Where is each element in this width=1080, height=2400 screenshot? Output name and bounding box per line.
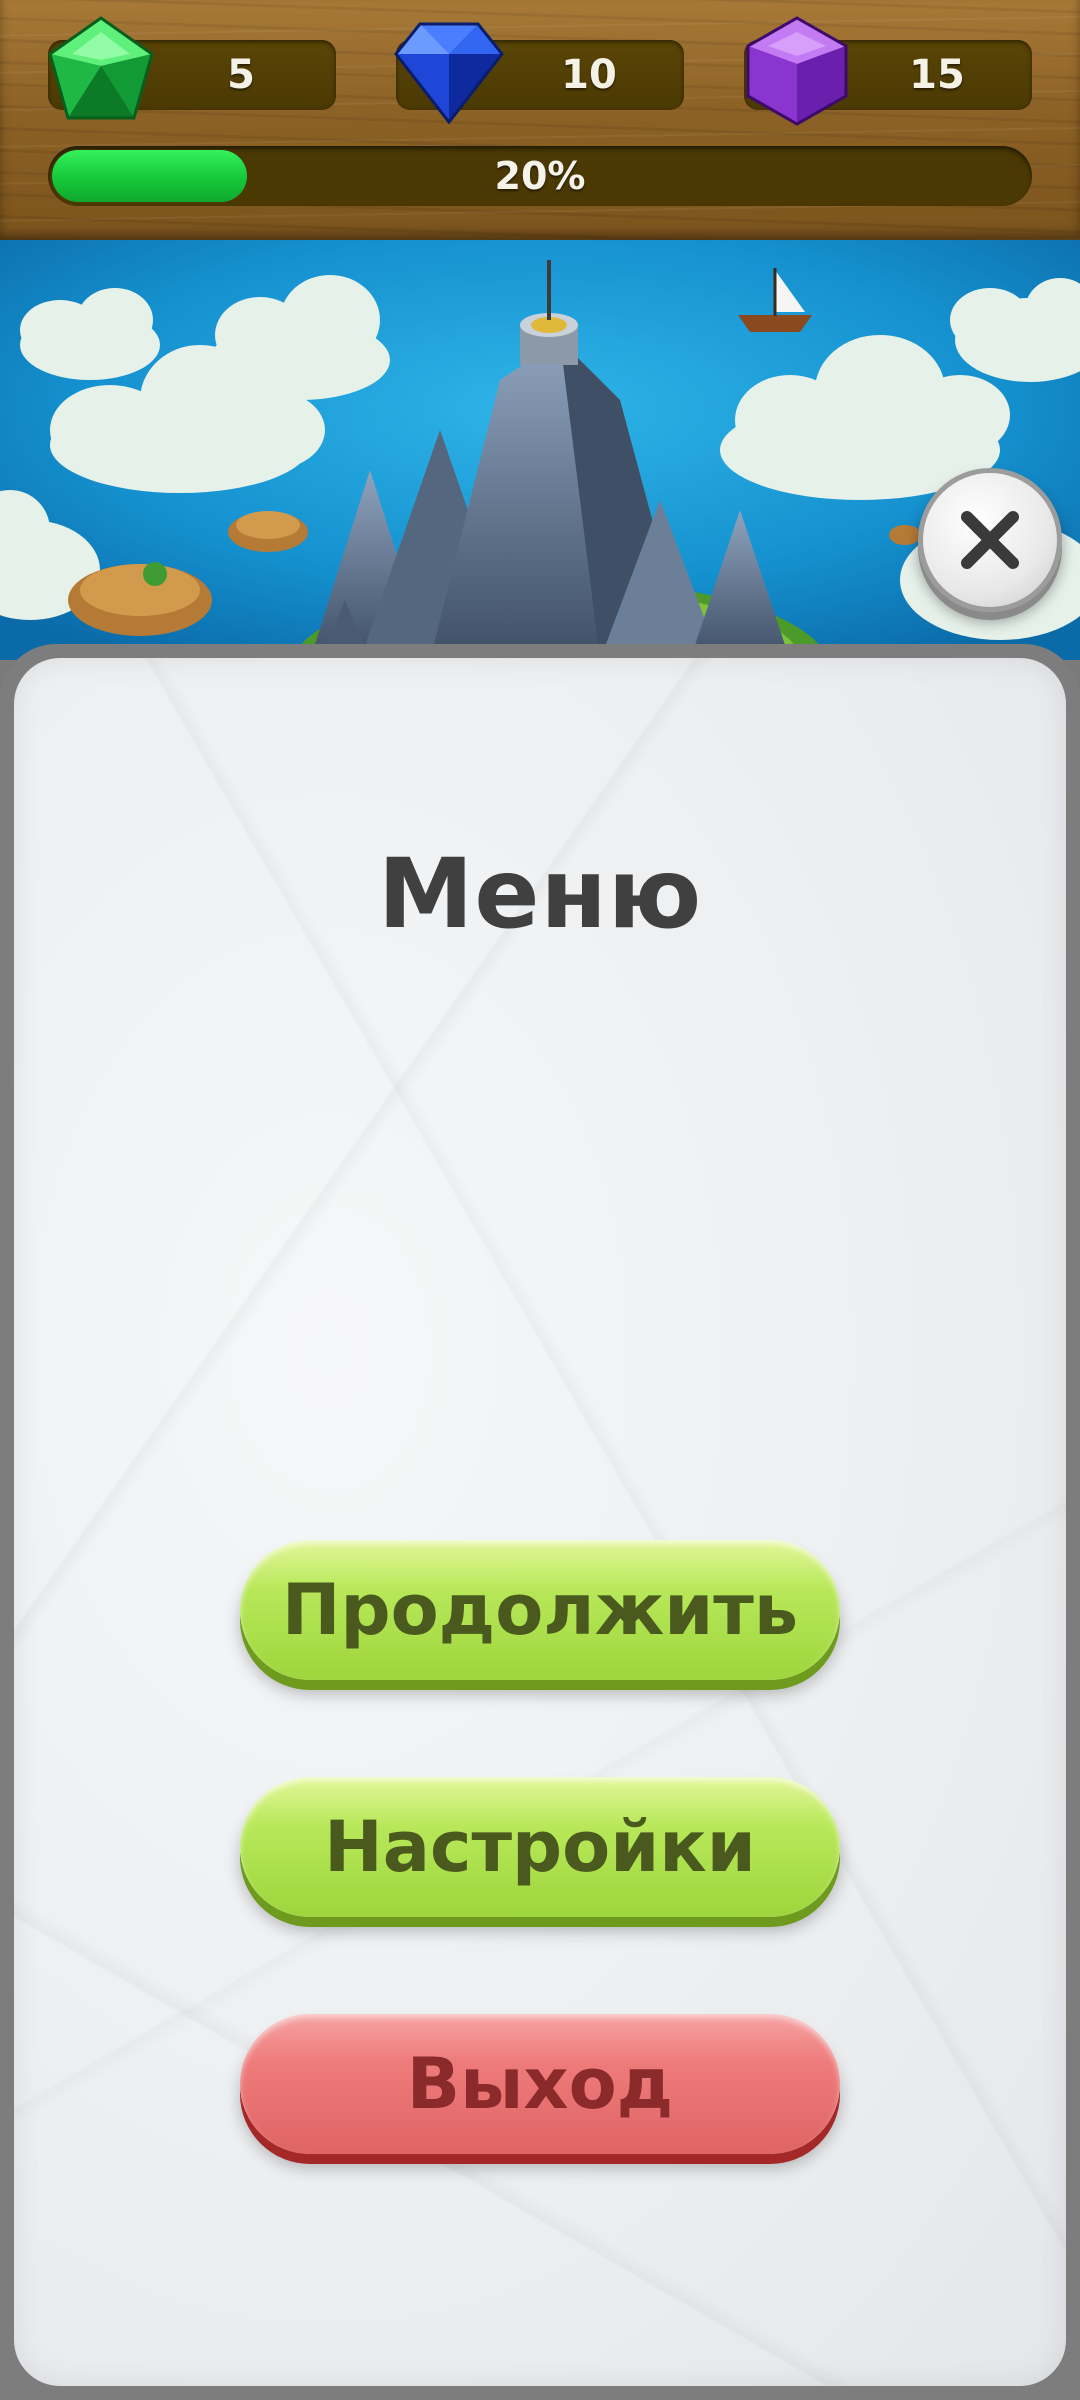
- continue-button-label: Продолжить: [281, 1569, 799, 1651]
- menu-panel: Меню Продолжить Настройки Выход: [0, 644, 1080, 2400]
- continue-button[interactable]: Продолжить: [240, 1540, 840, 1680]
- level-progress-bar: 20%: [48, 146, 1032, 206]
- blue-gem-icon: [394, 22, 504, 125]
- menu-paper-background: Меню Продолжить Настройки Выход: [14, 658, 1066, 2386]
- island-map-scene: [0, 240, 1080, 660]
- green-gem-count: 5: [227, 52, 255, 98]
- settings-button[interactable]: Настройки: [240, 1777, 840, 1917]
- close-button[interactable]: [918, 468, 1062, 612]
- green-gem-icon: [48, 16, 154, 120]
- settings-button-label: Настройки: [324, 1806, 756, 1888]
- exit-button-label: Выход: [406, 2043, 674, 2125]
- purple-gem-count: 15: [909, 52, 965, 98]
- progress-percent-label: 20%: [494, 154, 586, 198]
- close-icon: [961, 511, 1019, 569]
- purple-gem-icon: [746, 16, 848, 126]
- exit-button[interactable]: Выход: [240, 2014, 840, 2154]
- resource-bar: 5 10 15 20%: [0, 0, 1080, 240]
- menu-title: Меню: [377, 838, 703, 950]
- blue-gem-count: 10: [561, 52, 617, 98]
